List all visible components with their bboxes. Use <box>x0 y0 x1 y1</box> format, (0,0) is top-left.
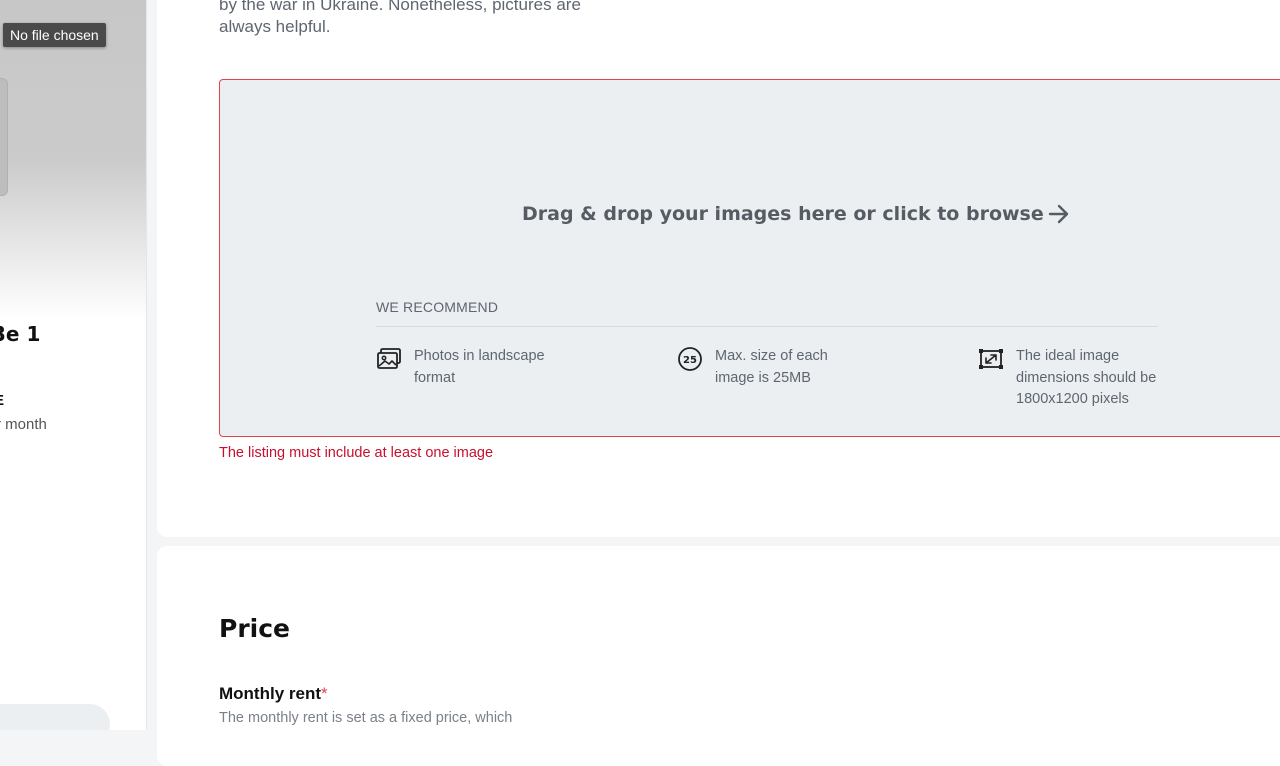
listing-preview-price: E <box>0 392 4 409</box>
sidebar-action-button[interactable] <box>0 704 110 730</box>
size-25-icon-label: 25 <box>683 355 697 366</box>
photos-section: by the war in Ukraine. Nonetheless, pict… <box>157 0 1280 537</box>
required-marker: * <box>321 684 328 703</box>
image-required-error: The listing must include at least one im… <box>219 445 494 461</box>
listing-thumbnail[interactable] <box>0 78 8 196</box>
recommendation-text: Photos in landscape format <box>414 348 545 386</box>
dimensions-icon <box>978 346 1004 372</box>
arrow-right-icon <box>1048 204 1070 224</box>
recommendation-text: The ideal image dimensions should be 180… <box>1016 348 1157 407</box>
listing-preview-period: r month <box>0 416 47 433</box>
monthly-rent-hint: The monthly rent is set as a fixed price… <box>219 710 513 726</box>
recommendation-text: Max. size of each image is 25MB <box>715 348 828 386</box>
recommendation-dimensions: The ideal image dimensions should be 180… <box>978 346 1166 411</box>
size-25-icon: 25 <box>677 346 703 372</box>
landscape-photo-icon <box>376 346 402 372</box>
listing-preview-sidebar: No file chosen 3e 1 E r month <box>0 0 147 730</box>
dropzone-prompt[interactable]: Drag & drop your images here or click to… <box>522 203 1070 225</box>
recommend-divider <box>376 326 1158 327</box>
monthly-rent-label: Monthly rent* <box>219 684 328 704</box>
listing-preview-title: 3e 1 <box>0 322 41 346</box>
file-input-tooltip: No file chosen <box>3 23 106 47</box>
listing-preview-photo <box>0 0 146 320</box>
recommend-heading: WE RECOMMEND <box>376 299 499 315</box>
price-heading: Price <box>219 614 290 643</box>
image-dropzone[interactable]: Drag & drop your images here or click to… <box>219 79 1280 437</box>
dropzone-prompt-text: Drag & drop your images here or click to… <box>522 203 1044 225</box>
photos-intro-text: by the war in Ukraine. Nonetheless, pict… <box>219 0 581 36</box>
recommendation-max-size: 25 Max. size of each image is 25MB <box>677 346 845 389</box>
price-section: Price Monthly rent* The monthly rent is … <box>157 546 1280 766</box>
monthly-rent-label-text: Monthly rent <box>219 684 321 703</box>
recommendation-landscape: Photos in landscape format <box>376 346 559 389</box>
